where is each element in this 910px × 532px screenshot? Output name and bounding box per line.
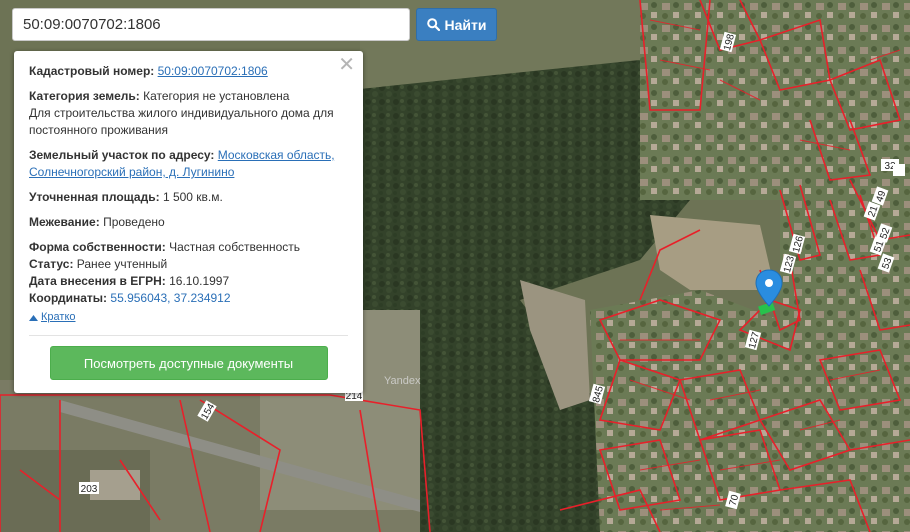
status-label: Статус: (29, 257, 74, 271)
date-row: Дата внесения в ЕГРН: 16.10.1997 (29, 273, 348, 290)
divider (29, 335, 348, 336)
view-documents-label: Посмотреть доступные документы (83, 355, 294, 371)
status-value: Ранее учтенный (76, 257, 168, 271)
date-label: Дата внесения в ЕГРН: (29, 274, 166, 288)
survey-label: Межевание: (29, 215, 100, 229)
survey-row: Межевание: Проведено (29, 214, 348, 231)
address-row: Земельный участок по адресу: Московская … (29, 147, 348, 181)
status-row: Статус: Ранее учтенный (29, 256, 348, 273)
area-label: Уточненная площадь: (29, 190, 160, 204)
usage-text: Для строительства жилого индивидуального… (29, 106, 334, 137)
map-watermark: Yandex (384, 375, 421, 387)
search-button-label: Найти (444, 16, 487, 33)
search-input[interactable] (12, 8, 410, 41)
search-button[interactable]: Найти (416, 8, 497, 41)
survey-value: Проведено (103, 215, 165, 229)
area-value: 1 500 кв.м. (162, 190, 223, 204)
ownership-label: Форма собственности: (29, 240, 166, 254)
coords-value[interactable]: 55.956043, 37.234912 (110, 291, 230, 305)
category-value: Категория не установлена (143, 89, 290, 103)
coords-row: Координаты: 55.956043, 37.234912 (29, 290, 348, 307)
search-icon (426, 18, 440, 31)
cadastral-row: Кадастровый номер: 50:09:0070702:1806 (29, 63, 348, 80)
parcel-info-popup: ✕ Кадастровый номер: 50:09:0070702:1806 … (14, 51, 363, 393)
parcel-label: 203 (81, 484, 98, 495)
ownership-row: Форма собственности: Частная собственнос… (29, 239, 348, 256)
close-icon[interactable]: ✕ (338, 55, 355, 75)
view-documents-button[interactable]: Посмотреть доступные документы (49, 346, 328, 380)
cadastral-number-link[interactable]: 50:09:0070702:1806 (158, 64, 268, 78)
collapse-link[interactable]: Кратко (29, 309, 76, 326)
caret-up-icon (29, 314, 38, 321)
date-value: 16.10.1997 (169, 274, 230, 288)
coords-label: Координаты: (29, 291, 108, 305)
address-label: Земельный участок по адресу: (29, 148, 215, 162)
ownership-value: Частная собственность (169, 240, 301, 254)
category-label: Категория земель: (29, 89, 140, 103)
cadastral-label: Кадастровый номер: (29, 64, 155, 78)
category-row: Категория земель: Категория не установле… (29, 88, 348, 139)
area-row: Уточненная площадь: 1 500 кв.м. (29, 189, 348, 206)
collapse-link-label: Кратко (41, 311, 76, 323)
